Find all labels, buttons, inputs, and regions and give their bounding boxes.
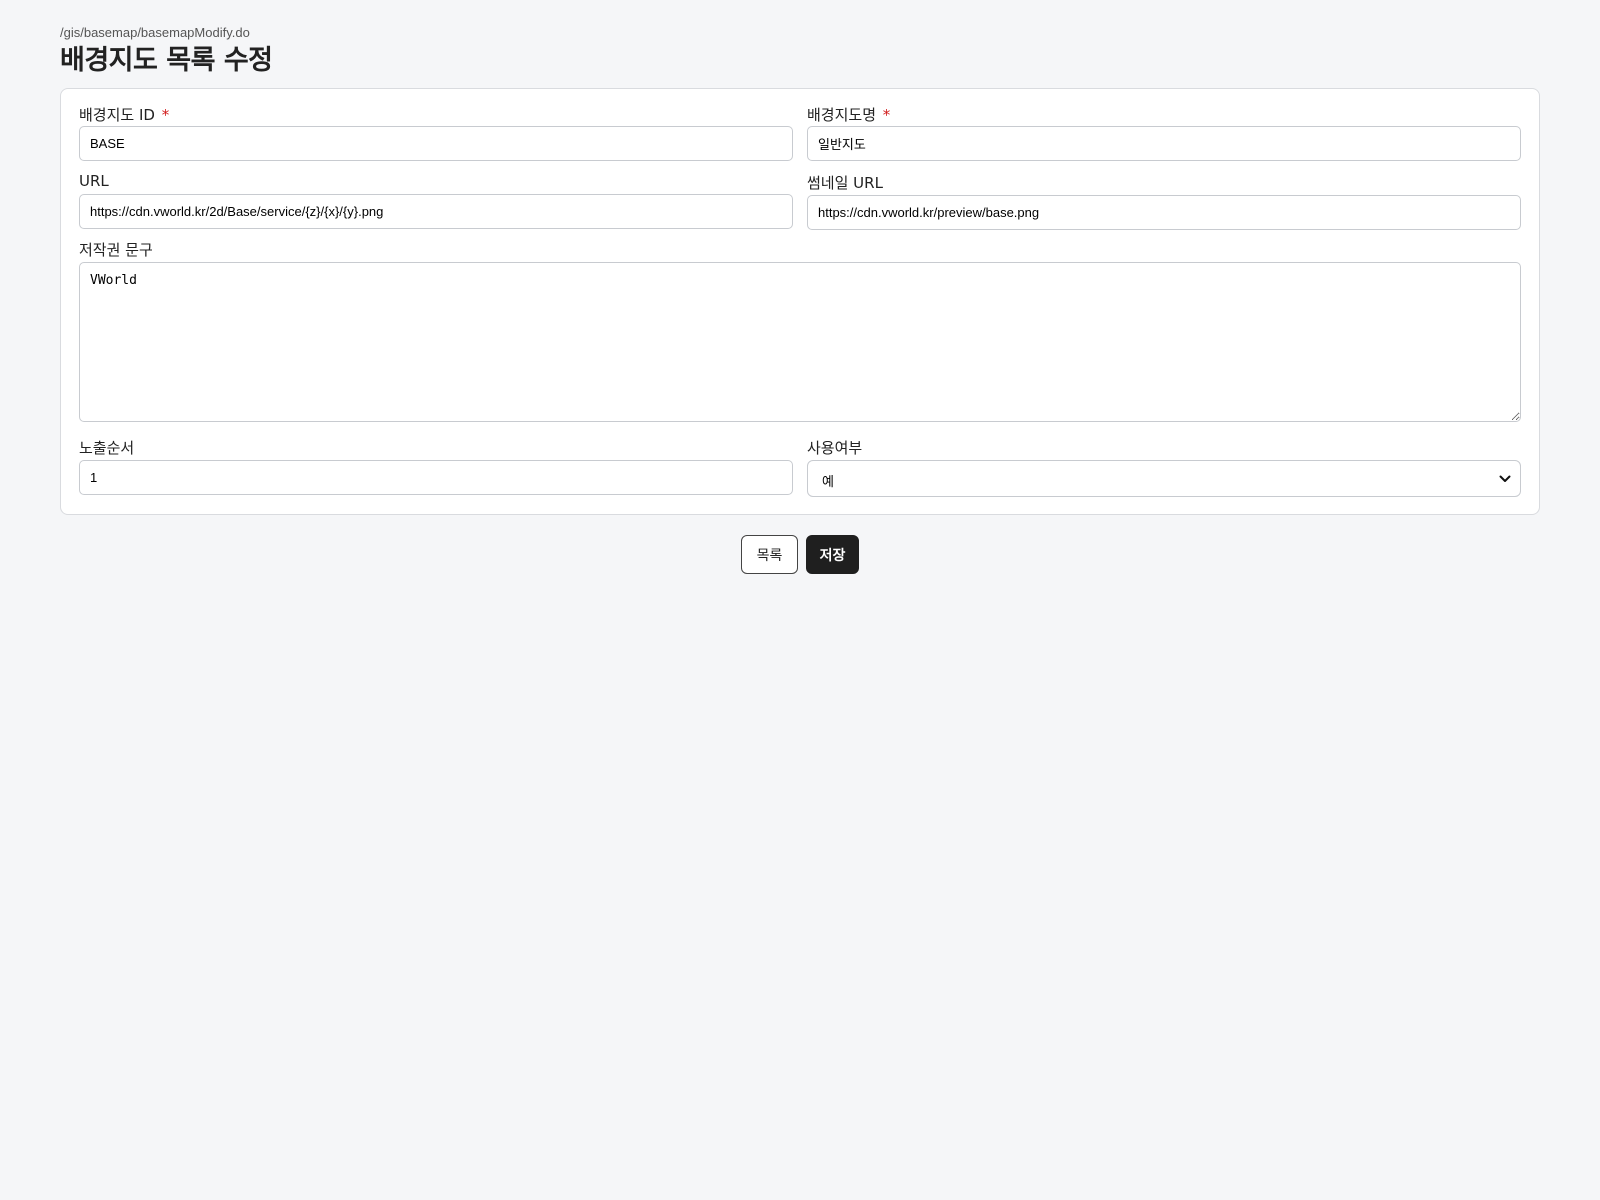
use-yn-selected-value: 예 (822, 475, 834, 490)
list-button[interactable]: 목록 (741, 535, 798, 574)
copyright-label: 저작권 문구 (79, 241, 153, 259)
thumbnail-url-input[interactable] (807, 195, 1521, 230)
basemap-name-label: 배경지도명 * (807, 104, 890, 125)
chevron-down-icon (1499, 475, 1511, 482)
use-yn-label: 사용여부 (807, 439, 863, 457)
url-input[interactable] (79, 194, 793, 229)
form-panel: 배경지도 ID * 배경지도명 * URL 썸네일 URL 저작권 문구 VWo… (60, 88, 1540, 515)
use-yn-select[interactable]: 예 (807, 460, 1521, 497)
basemap-id-label-text: 배경지도 ID (79, 106, 155, 124)
url-label: URL (79, 172, 109, 190)
basemap-id-input[interactable] (79, 126, 793, 161)
basemap-id-label: 배경지도 ID * (79, 104, 169, 125)
page-title: 배경지도 목록 수정 (60, 45, 273, 76)
required-mark: * (882, 106, 891, 124)
required-mark: * (161, 106, 170, 124)
save-button[interactable]: 저장 (806, 535, 859, 574)
display-order-label: 노출순서 (79, 439, 135, 457)
thumbnail-url-label: 썸네일 URL (807, 174, 883, 192)
basemap-name-label-text: 배경지도명 (807, 106, 877, 124)
page: /gis/basemap/basemapModify.do 배경지도 목록 수정… (0, 0, 1600, 1200)
copyright-textarea[interactable]: VWorld (79, 262, 1521, 422)
display-order-input[interactable] (79, 460, 793, 495)
basemap-name-input[interactable] (807, 126, 1521, 161)
